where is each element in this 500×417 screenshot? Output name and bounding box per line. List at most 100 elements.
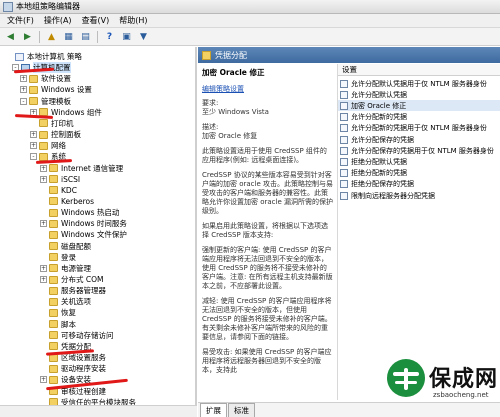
collapse-icon[interactable]: - [30,153,37,161]
properties-icon[interactable]: ▣ [119,30,134,44]
description-paragraph: 减轻: 使用 CredSSP 的客户端应用程序将无法回退到不安全的版本，但使用 … [202,297,332,341]
tree-node-label: 脚本 [61,319,76,329]
extended-description: 加密 Oracle 修正 编辑策略设置 要求: 至少 Windows Vista… [198,64,336,400]
tree-node[interactable]: 本地计算机 策略 [6,51,82,62]
menu-item[interactable]: 操作(A) [39,15,77,26]
tree-node[interactable]: + 软件设置 [20,73,71,84]
policy-setting-label: 允许分配默认凭据用于仅 NTLM 服务器身份 [351,79,487,88]
tree-node[interactable]: - 管理模板 [20,96,71,107]
tree-node-label: Kerberos [61,196,95,206]
policy-setting-icon [340,79,348,88]
view-tab[interactable]: 标准 [228,403,255,417]
help-icon[interactable]: ? [102,30,117,44]
folder-icon [39,141,48,150]
tree-node[interactable]: 恢复 [40,307,76,318]
policy-setting-row[interactable]: 拒绝分配保存的凭据 [338,179,500,190]
menu-item[interactable]: 文件(F) [2,15,39,26]
expand-icon[interactable]: + [40,276,47,283]
policy-setting-label: 允许分配新的凭据用于仅 NTLM 服务器身份 [351,124,487,133]
tree-node[interactable]: + 网络 [30,140,66,151]
tree-node[interactable]: 登录 [40,252,76,263]
up-folder-icon[interactable]: ▲ [44,30,59,44]
toolbar-separator [39,30,40,43]
back-arrow-icon[interactable]: ◀ [3,30,18,44]
policy-setting-row[interactable]: 限制向远程服务器分配凭据 [338,190,500,201]
tree-node[interactable]: Kerberos [40,196,94,207]
description-paragraph: 要求: 至少 Windows Vista [202,99,269,116]
policy-setting-row[interactable]: 允许分配保存的凭据 [338,134,500,145]
tree-node[interactable]: 脚本 [40,319,76,330]
policy-setting-row[interactable]: 允许分配新的凭据用于仅 NTLM 服务器身份 [338,123,500,134]
policy-setting-label: 拒绝分配保存的凭据 [351,180,414,189]
tree-node-label: 登录 [61,252,76,262]
folder-icon [49,342,58,351]
policy-setting-icon [340,101,348,110]
console-tree[interactable]: 本地计算机 策略-计算机配置+软件设置+Windows 设置-管理模板+Wind… [0,47,197,417]
watermark-url: zsbaocheng.net [433,391,489,399]
tree-node[interactable]: + Internet 通信管理 [40,163,123,174]
policy-title: 加密 Oracle 修正 [202,68,265,77]
forward-arrow-icon[interactable]: ▶ [20,30,35,44]
menu-item[interactable]: 帮助(H) [114,15,152,26]
tree-node[interactable]: Windows 文件保护 [40,229,127,240]
policy-setting-row[interactable]: 加密 Oracle 修正 [338,100,500,112]
tree-node[interactable]: + Windows 时间服务 [40,218,127,229]
tree-node[interactable]: Windows 热启动 [40,207,119,218]
tree-node-label: 恢复 [61,308,76,318]
tree-node[interactable]: 驱动程序安装 [40,363,106,374]
settings-column-header[interactable]: 设置 [338,64,500,76]
watermark: 保成网 zsbaocheng.net [383,355,500,417]
description-paragraph: 描述: 加密 Oracle 修复 [202,123,258,140]
folder-icon [49,297,58,306]
menu-item[interactable]: 查看(V) [77,15,115,26]
folder-icon [49,308,58,317]
policy-setting-row[interactable]: 允许分配新的凭据 [338,112,500,123]
export-list-icon[interactable]: ▤ [78,30,93,44]
policy-setting-row[interactable]: 拒绝分配默认凭据 [338,156,500,167]
tree-node-label: Windows 组件 [51,107,102,117]
status-bar [0,405,197,417]
tree-node[interactable]: + Windows 设置 [20,84,92,95]
view-tab[interactable]: 扩展 [200,403,227,417]
folder-icon [29,85,38,94]
expand-icon[interactable]: + [40,175,47,183]
expand-icon[interactable]: + [40,164,47,172]
tree-node[interactable]: + iSCSI [40,174,80,185]
tree-node[interactable]: KDC [40,185,77,196]
watermark-brand: 保成网 [429,367,499,392]
edit-policy-link[interactable]: 编辑策略设置 [202,85,333,94]
tree-node[interactable]: + 电源管理 [40,263,91,274]
tree-node-label: 管理模板 [41,96,71,106]
tree-node-label: 网络 [51,141,66,151]
tree-node[interactable]: 服务器管理器 [40,285,106,296]
tree-node-label: Internet 通信管理 [61,163,124,173]
policy-setting-row[interactable]: 拒绝分配新的凭据 [338,168,500,179]
tree-node-label: 本地计算机 策略 [27,52,82,61]
expand-icon[interactable]: + [20,75,27,83]
policy-setting-icon [340,113,348,122]
filter-icon[interactable]: ▼ [136,30,151,44]
tree-node[interactable]: 可移动存储访问 [40,330,114,341]
expand-icon[interactable]: + [40,376,47,384]
policy-setting-row[interactable]: 允许分配默认凭据用于仅 NTLM 服务器身份 [338,78,500,89]
expand-icon[interactable]: + [20,86,27,94]
policy-setting-row[interactable]: 允许分配默认凭据 [338,89,500,100]
expand-icon[interactable]: + [40,220,47,228]
expand-icon[interactable]: + [40,264,47,272]
expand-icon[interactable]: + [30,142,37,150]
folder-icon [39,119,48,128]
show-tree-icon[interactable]: ▦ [61,30,76,44]
policy-setting-label: 拒绝分配新的凭据 [351,169,407,178]
expand-icon[interactable]: + [30,131,37,139]
collapse-icon[interactable]: - [20,97,27,105]
folder-icon [49,219,58,228]
policy-setting-row[interactable]: 允许分配保存的凭据用于仅 NTLM 服务器身份 [338,145,500,156]
tree-node[interactable]: + 控制面板 [30,129,81,140]
tree-node[interactable]: 磁盘配额 [40,241,91,252]
tree-node-label: iSCSI [61,174,81,184]
tree-node[interactable]: 关机选项 [40,296,91,307]
tree-node[interactable]: 打印机 [30,118,74,129]
brand-logo-icon [387,359,425,397]
tree-node[interactable]: + 分布式 COM [40,274,104,285]
folder-icon [49,320,58,329]
